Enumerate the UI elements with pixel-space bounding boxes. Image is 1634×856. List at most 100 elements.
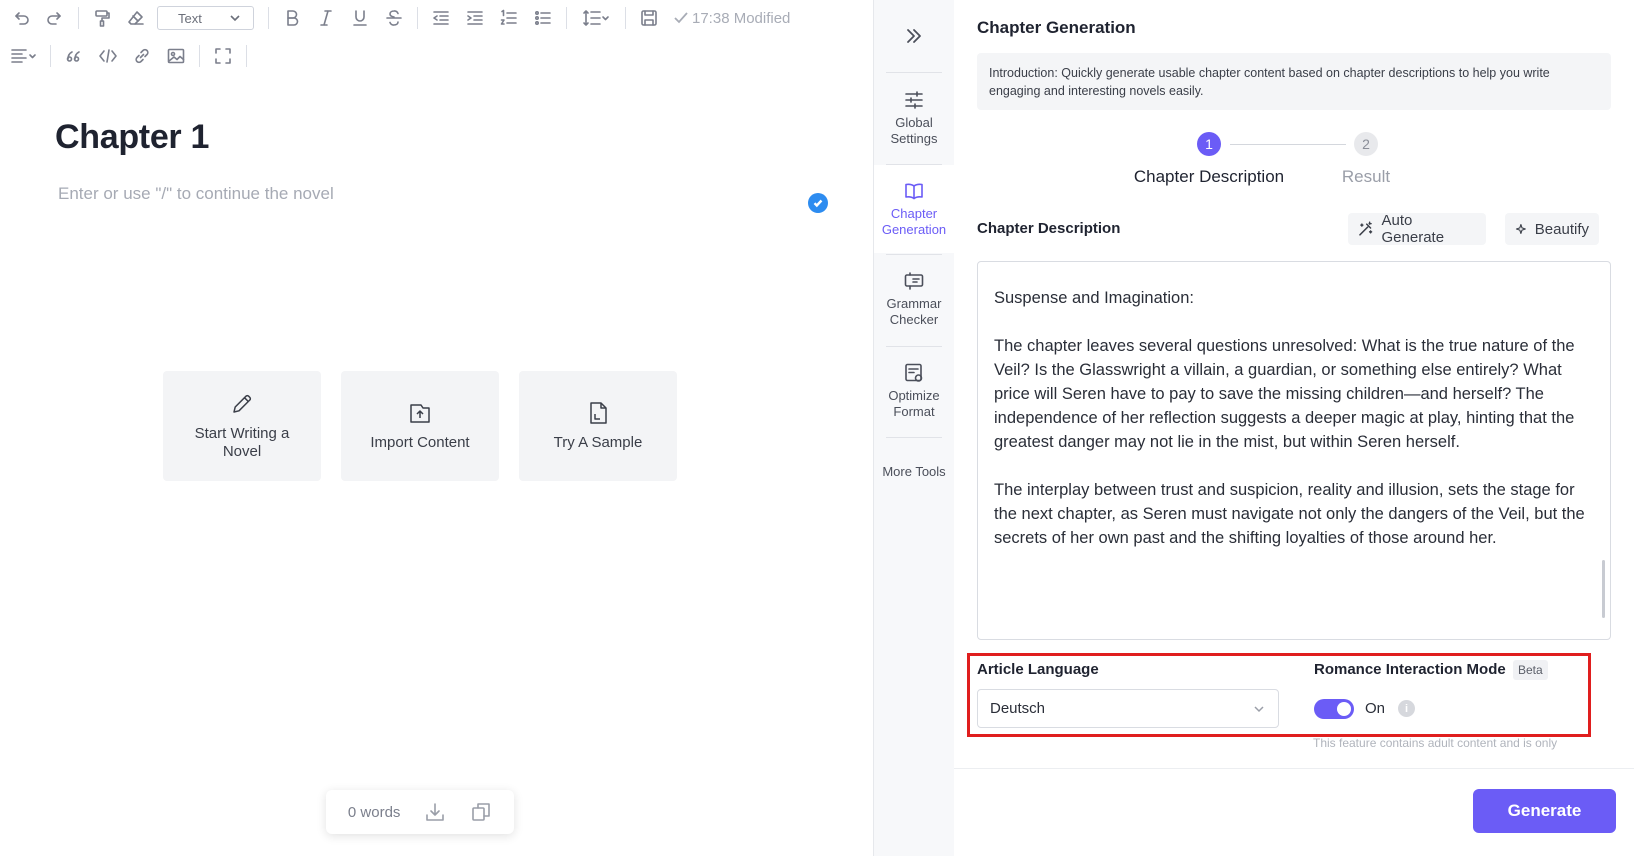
toggle-state-label: On bbox=[1365, 700, 1386, 717]
beta-badge: Beta bbox=[1513, 660, 1548, 680]
ordered-list-icon bbox=[500, 9, 517, 25]
save-icon bbox=[641, 10, 657, 26]
outdent-icon bbox=[433, 11, 449, 25]
start-writing-card[interactable]: Start Writing a Novel bbox=[163, 371, 321, 481]
line-height-icon bbox=[583, 10, 609, 26]
outdent-button[interactable] bbox=[424, 2, 458, 34]
info-icon[interactable]: i bbox=[1398, 700, 1415, 717]
rail-item-chapter-generation[interactable]: Chapter Generation bbox=[874, 165, 954, 253]
align-left-icon bbox=[11, 49, 36, 63]
chapter-description-textarea[interactable]: Suspense and Imagination: The chapter le… bbox=[977, 261, 1611, 640]
chapter-title[interactable]: Chapter 1 bbox=[55, 118, 209, 157]
toolbar-divider bbox=[199, 45, 200, 67]
grammar-icon bbox=[904, 272, 924, 290]
bold-button[interactable] bbox=[275, 2, 309, 34]
undo-icon bbox=[15, 12, 29, 25]
step-2-dot[interactable]: 2 bbox=[1354, 132, 1378, 156]
toolbar-row-1: Text 17:38 Modified bbox=[0, 0, 790, 36]
step-1-label[interactable]: Chapter Description bbox=[1127, 167, 1291, 187]
bullet-list-icon bbox=[534, 10, 551, 26]
strikethrough-icon bbox=[386, 10, 402, 26]
import-icon bbox=[410, 404, 430, 423]
line-height-button[interactable] bbox=[573, 2, 619, 34]
toolbar-divider bbox=[78, 7, 79, 29]
chapter-generation-panel: Chapter Generation Introduction: Quickly… bbox=[954, 0, 1634, 856]
chevron-down-icon bbox=[1254, 705, 1264, 712]
check-badge[interactable] bbox=[808, 193, 828, 213]
rail-label: Chapter Generation bbox=[881, 206, 947, 237]
step-2-label[interactable]: Result bbox=[1306, 167, 1426, 187]
step-connector bbox=[1230, 144, 1346, 145]
save-button[interactable] bbox=[632, 2, 666, 34]
fullscreen-button[interactable] bbox=[206, 40, 240, 72]
editor-area: Text 17:38 Modified Chapter 1 Enter or u… bbox=[0, 0, 873, 856]
chevron-down-icon bbox=[230, 15, 240, 22]
rail-item-global-settings[interactable]: Global Settings bbox=[874, 74, 954, 162]
romance-mode-toggle[interactable] bbox=[1314, 699, 1354, 719]
indent-button[interactable] bbox=[458, 2, 492, 34]
code-button[interactable] bbox=[91, 40, 125, 72]
link-button[interactable] bbox=[125, 40, 159, 72]
strikethrough-button[interactable] bbox=[377, 2, 411, 34]
start-cards: Start Writing a Novel Import Content Try… bbox=[163, 371, 677, 481]
image-icon bbox=[167, 48, 185, 64]
modified-time: 17:38 Modified bbox=[692, 9, 791, 27]
double-chevron-right-icon bbox=[907, 29, 921, 43]
text-style-select[interactable]: Text bbox=[157, 6, 254, 30]
underline-button[interactable] bbox=[343, 2, 377, 34]
bold-icon bbox=[287, 10, 299, 26]
description-paragraph: The chapter leaves several questions unr… bbox=[994, 337, 1575, 451]
text-style-value: Text bbox=[178, 10, 202, 26]
download-icon[interactable] bbox=[424, 801, 446, 823]
toolbar-divider bbox=[268, 7, 269, 29]
romance-mode-label: Romance Interaction Mode bbox=[1314, 661, 1506, 678]
align-button[interactable] bbox=[4, 40, 44, 72]
footer-divider bbox=[954, 768, 1634, 769]
rail-label: Optimize Format bbox=[888, 388, 940, 419]
auto-generate-button[interactable]: Auto Generate bbox=[1348, 212, 1486, 246]
article-language-label: Article Language bbox=[977, 661, 1099, 678]
format-icon bbox=[905, 363, 923, 382]
collapse-panel-button[interactable] bbox=[874, 18, 954, 54]
rail-item-grammar-checker[interactable]: Grammar Checker bbox=[874, 255, 954, 343]
generate-button[interactable]: Generate bbox=[1473, 789, 1616, 833]
italic-icon bbox=[320, 10, 332, 26]
toolbar-divider bbox=[246, 45, 247, 67]
pencil-icon bbox=[233, 394, 252, 413]
editor-placeholder[interactable]: Enter or use "/" to continue the novel bbox=[58, 184, 334, 204]
quote-icon bbox=[66, 51, 80, 62]
undo-button[interactable] bbox=[4, 2, 38, 34]
checkmark-icon bbox=[674, 12, 688, 24]
toolbar-row-2 bbox=[0, 38, 253, 74]
italic-button[interactable] bbox=[309, 2, 343, 34]
import-content-card[interactable]: Import Content bbox=[341, 371, 499, 481]
magic-wand-icon bbox=[1359, 221, 1373, 236]
copy-icon[interactable] bbox=[470, 801, 492, 823]
eraser-icon bbox=[128, 11, 144, 25]
step-1-dot[interactable]: 1 bbox=[1197, 132, 1221, 156]
sparkle-icon bbox=[1515, 224, 1526, 234]
ordered-list-button[interactable] bbox=[492, 2, 526, 34]
try-sample-card[interactable]: Try A Sample bbox=[519, 371, 677, 481]
clear-format-button[interactable] bbox=[119, 2, 153, 34]
description-paragraph: Suspense and Imagination: bbox=[994, 289, 1194, 307]
rail-label: Global Settings bbox=[890, 115, 938, 146]
try-sample-label: Try A Sample bbox=[553, 434, 643, 451]
redo-button[interactable] bbox=[38, 2, 72, 34]
fullscreen-icon bbox=[215, 48, 231, 64]
blockquote-button[interactable] bbox=[57, 40, 91, 72]
tool-rail: Global Settings Chapter Generation Gramm… bbox=[874, 0, 954, 856]
rail-item-optimize-format[interactable]: Optimize Format bbox=[874, 347, 954, 435]
rail-item-more-tools[interactable]: More Tools bbox=[874, 438, 954, 526]
description-paragraph: The interplay between trust and suspicio… bbox=[994, 481, 1585, 547]
beautify-button[interactable]: Beautify bbox=[1505, 213, 1599, 245]
image-button[interactable] bbox=[159, 40, 193, 72]
bullet-list-button[interactable] bbox=[526, 2, 560, 34]
underline-icon bbox=[353, 10, 367, 26]
article-language-select[interactable]: Deutsch bbox=[977, 689, 1279, 728]
format-painter-button[interactable] bbox=[85, 2, 119, 34]
textarea-scrollbar[interactable] bbox=[1602, 560, 1605, 618]
link-icon bbox=[135, 48, 149, 64]
format-painter-icon bbox=[95, 10, 110, 27]
book-icon bbox=[905, 183, 923, 200]
